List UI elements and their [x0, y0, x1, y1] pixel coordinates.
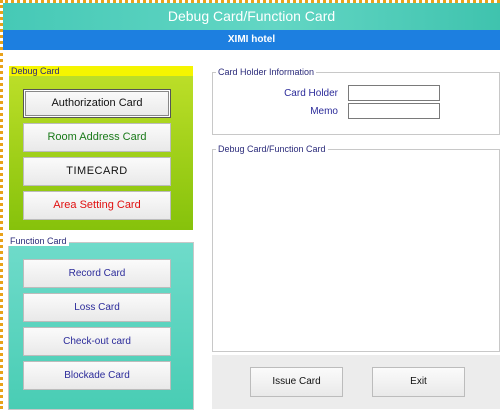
- record-card-button[interactable]: Record Card: [23, 259, 171, 288]
- debug-card-section-label: Debug Card: [9, 66, 193, 76]
- memo-label: Memo: [310, 106, 338, 117]
- card-holder-label: Card Holder: [284, 88, 338, 99]
- room-address-card-button[interactable]: Room Address Card: [23, 123, 171, 152]
- record-card-label: Record Card: [68, 268, 126, 279]
- card-holder-info-label: Card Holder Information: [216, 67, 317, 77]
- blockade-card-label: Blockade Card: [64, 370, 130, 381]
- exit-button[interactable]: Exit: [372, 367, 465, 397]
- loss-card-button[interactable]: Loss Card: [23, 293, 171, 322]
- blockade-card-button[interactable]: Blockade Card: [23, 361, 171, 390]
- timecard-label: TIMECARD: [66, 165, 128, 177]
- loss-card-label: Loss Card: [74, 302, 120, 313]
- timecard-button[interactable]: TIMECARD: [23, 157, 171, 186]
- output-group: [212, 149, 500, 352]
- check-out-card-button[interactable]: Check-out card: [23, 327, 171, 356]
- window-title: Debug Card/Function Card: [3, 3, 500, 30]
- issue-card-button[interactable]: Issue Card: [250, 367, 343, 397]
- area-setting-card-label: Area Setting Card: [53, 199, 141, 211]
- room-address-card-label: Room Address Card: [47, 131, 147, 143]
- authorization-card-button[interactable]: Authorization Card: [23, 89, 171, 118]
- check-out-card-label: Check-out card: [63, 336, 131, 347]
- function-card-section-label: Function Card: [8, 236, 69, 246]
- authorization-card-label: Authorization Card: [51, 97, 143, 109]
- card-holder-input[interactable]: [348, 85, 440, 101]
- area-setting-card-button[interactable]: Area Setting Card: [23, 191, 171, 220]
- memo-input[interactable]: [348, 103, 440, 119]
- hotel-name: XIMI hotel: [3, 30, 500, 50]
- output-group-label: Debug Card/Function Card: [216, 144, 328, 154]
